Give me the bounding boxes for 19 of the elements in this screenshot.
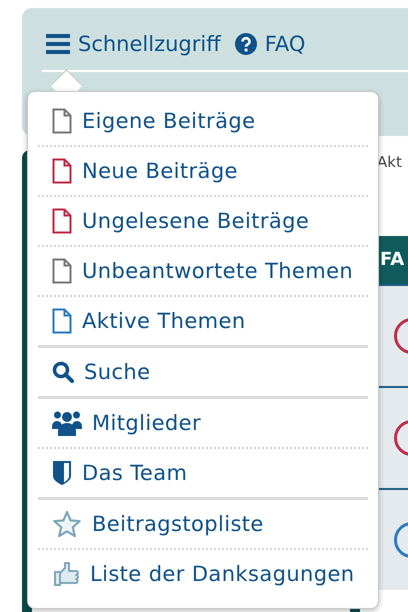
faq-link[interactable]: FAQ <box>234 32 306 56</box>
thumbs-up-icon <box>52 560 80 588</box>
menu-item[interactable]: Liste der Danksagungen <box>38 548 368 598</box>
people-icon <box>52 409 82 437</box>
menu-item[interactable]: Neue Beiträge <box>38 145 368 195</box>
menu-item[interactable]: Suche <box>38 348 368 396</box>
menu-item[interactable]: Mitglieder <box>38 399 368 447</box>
menu-icon <box>46 34 70 54</box>
shield-icon <box>52 460 72 486</box>
menu-item[interactable]: Das Team <box>38 447 368 497</box>
star-icon <box>52 510 82 538</box>
menu-item[interactable]: Eigene Beiträge <box>38 97 368 145</box>
search-icon <box>52 361 74 383</box>
menu-item[interactable]: Beitragstopliste <box>38 500 368 548</box>
menu-item[interactable]: Aktive Themen <box>38 295 368 345</box>
help-icon <box>234 33 257 55</box>
menu-item[interactable]: Ungelesene Beiträge <box>38 195 368 245</box>
quick-access-link[interactable]: Schnellzugriff <box>46 32 221 56</box>
menu-item[interactable]: Unbeantwortete Themen <box>38 245 368 295</box>
